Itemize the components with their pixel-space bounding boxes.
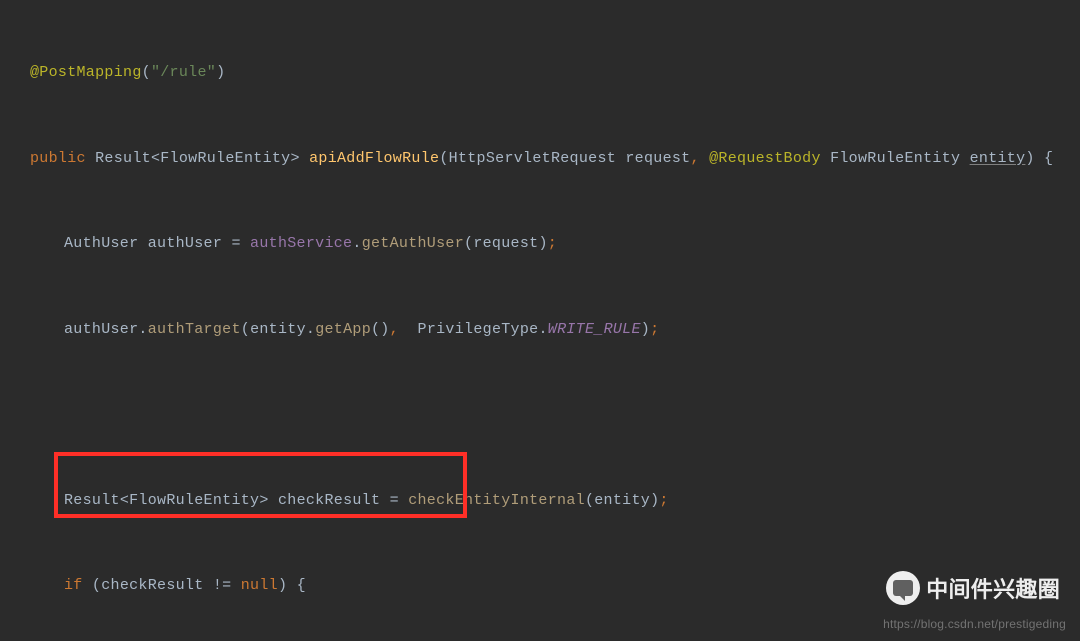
code-line: Result<FlowRuleEntity> checkResult = che… xyxy=(0,487,1080,516)
watermark-logo: 中间件兴趣圈 xyxy=(886,571,1060,605)
code-line: public Result<FlowRuleEntity> apiAddFlow… xyxy=(0,145,1080,174)
code-editor[interactable]: @PostMapping("/rule") public Result<Flow… xyxy=(0,0,1080,641)
code-line: AuthUser authUser = authService.getAuthU… xyxy=(0,230,1080,259)
code-line: @PostMapping("/rule") xyxy=(0,59,1080,88)
code-line: authUser.authTarget(entity.getApp(), Pri… xyxy=(0,316,1080,345)
wechat-icon xyxy=(886,571,920,605)
code-line xyxy=(0,401,1080,430)
watermark-text: 中间件兴趣圈 xyxy=(926,572,1060,604)
watermark-url: https://blog.csdn.net/prestigeding xyxy=(883,617,1066,631)
